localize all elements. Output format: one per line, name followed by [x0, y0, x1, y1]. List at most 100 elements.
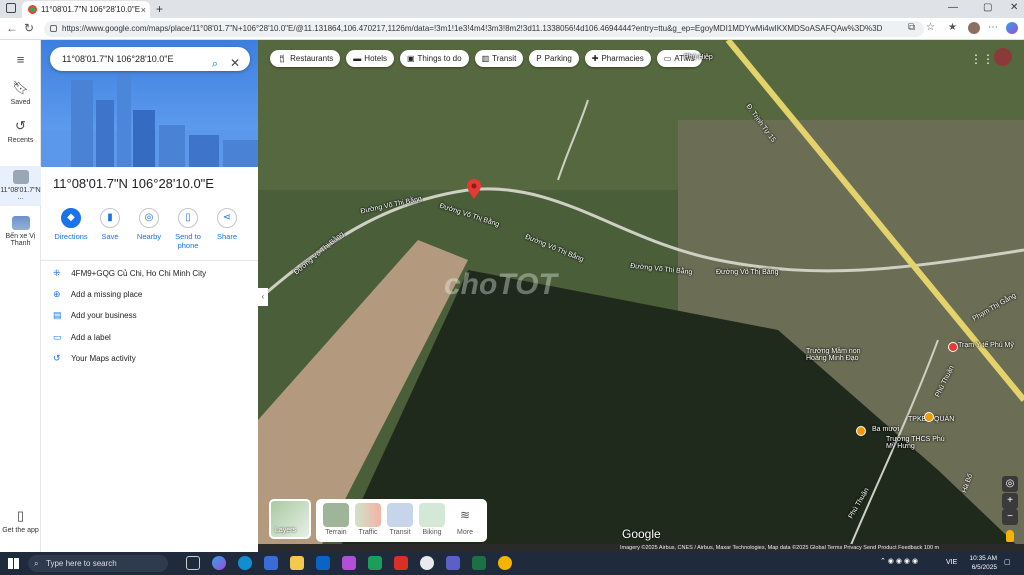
- file-explorer-icon[interactable]: [290, 556, 304, 570]
- maximize-icon[interactable]: ▢: [983, 2, 992, 13]
- pegman-icon[interactable]: [1006, 530, 1014, 542]
- satellite-imagery: [258, 40, 1024, 552]
- poi-secondary-school[interactable]: Trường THCS Phú Mỹ Hưng: [886, 436, 946, 450]
- layer-biking[interactable]: Biking: [417, 503, 447, 536]
- chip-hotels[interactable]: ▬ Hotels: [346, 50, 394, 67]
- copilot-app-icon[interactable]: [212, 556, 226, 570]
- share-button[interactable]: ⋖ Share: [207, 208, 247, 241]
- tab-actions-icon[interactable]: [6, 3, 16, 13]
- bookmark-star-icon[interactable]: ☆: [926, 22, 935, 33]
- reload-icon[interactable]: ↻: [24, 21, 34, 35]
- install-app-icon[interactable]: ⧉: [908, 22, 915, 33]
- close-window-icon[interactable]: ✕: [1010, 2, 1018, 13]
- task-view-icon[interactable]: [186, 556, 200, 570]
- nearby-icon: ◎: [139, 208, 159, 228]
- account-avatar[interactable]: [994, 48, 1012, 66]
- add-business-row[interactable]: ▤ Add your business: [53, 310, 137, 321]
- teams-icon[interactable]: [446, 556, 460, 570]
- new-tab-button[interactable]: +: [156, 2, 163, 16]
- add-label-row[interactable]: ▭ Add a label: [53, 332, 111, 343]
- get-app-button[interactable]: ▯ Get the app: [0, 508, 41, 534]
- zoom-in-button[interactable]: +: [1002, 493, 1018, 509]
- app-icon-red[interactable]: [394, 556, 408, 570]
- maps-activity-row[interactable]: ↺ Your Maps activity: [53, 353, 136, 364]
- poi-shop[interactable]: Ba mươi: [872, 426, 899, 433]
- app-icon-purple[interactable]: [342, 556, 356, 570]
- close-tab-icon[interactable]: ×: [141, 5, 146, 15]
- more-menu-icon[interactable]: ⋯: [988, 22, 998, 33]
- system-tray-icons[interactable]: ⌃ ◉ ◉ ◉ ◉: [880, 557, 918, 565]
- activity-history-icon: ↺: [53, 353, 61, 363]
- send-to-phone-button[interactable]: ▯ Send to phone: [168, 208, 208, 250]
- add-missing-place-row[interactable]: ⊕ Add a missing place: [53, 289, 142, 300]
- excel-icon[interactable]: [472, 556, 486, 570]
- taskbar-search-input[interactable]: ⌕ Type here to search: [28, 555, 168, 572]
- recents-button[interactable]: ↺ Recents: [0, 118, 41, 144]
- layer-terrain[interactable]: Terrain: [321, 503, 351, 536]
- plus-code-row[interactable]: ⁜ 4FM9+GQG Củ Chi, Ho Chi Minh City: [53, 268, 206, 279]
- restaurant-pin-icon[interactable]: [924, 412, 934, 422]
- my-location-icon[interactable]: ◎: [1002, 476, 1018, 492]
- minimize-icon[interactable]: —: [948, 2, 958, 13]
- layers-button[interactable]: Layers: [269, 499, 311, 539]
- chrome-icon[interactable]: [420, 556, 434, 570]
- recent-place-other[interactable]: Bến xe Vị Thanh: [0, 216, 41, 247]
- directions-button[interactable]: ◆ Directions: [51, 208, 91, 241]
- layer-more[interactable]: ≋ More: [450, 503, 480, 536]
- chip-pharmacies[interactable]: ✚ Pharmacies: [584, 50, 651, 67]
- app-icon-yellow[interactable]: [498, 556, 512, 570]
- active-tab[interactable]: 11°08'01.7"N 106°28'10.0"E - Goo ×: [22, 1, 150, 18]
- favorites-icon[interactable]: ★: [948, 22, 957, 33]
- page-title: 11°08'01.7"N 106°28'10.0"E: [53, 176, 214, 191]
- chip-things-to-do[interactable]: ▣ Things to do: [399, 50, 469, 67]
- store-icon[interactable]: [264, 556, 278, 570]
- maps-activity-text: Your Maps activity: [71, 354, 136, 363]
- copilot-icon[interactable]: [1006, 22, 1018, 34]
- clock[interactable]: 10:35 AM 6/5/2025: [963, 554, 997, 572]
- bookmark-icon: 🔖︎: [12, 80, 29, 95]
- layer-traffic[interactable]: Traffic: [353, 503, 383, 536]
- notifications-icon[interactable]: ▢: [1004, 558, 1011, 566]
- collapse-panel-button[interactable]: ‹: [258, 288, 268, 306]
- recent-place-current[interactable]: 11°08'01.7"N ...: [0, 166, 41, 206]
- edge-icon[interactable]: [238, 556, 252, 570]
- layers-stack-icon: ≋: [452, 503, 478, 527]
- search-input[interactable]: 11°08'01.7"N 106°28'10.0"E ⌕ ✕: [50, 47, 250, 71]
- plus-code-text: 4FM9+GQG Củ Chi, Ho Chi Minh City: [71, 269, 207, 278]
- save-button[interactable]: ▮ Save: [90, 208, 130, 241]
- hospital-pin-icon[interactable]: [948, 342, 958, 352]
- language-indicator[interactable]: VIE: [946, 559, 957, 566]
- satellite-map[interactable]: 🍴︎ Restaurants ▬ Hotels ▣ Things to do ▥ Tra…: [258, 40, 1024, 552]
- profile-avatar[interactable]: [968, 22, 980, 34]
- windows-start-icon[interactable]: [8, 558, 19, 569]
- apps-grid-icon[interactable]: ⋮⋮: [970, 52, 994, 66]
- school-pin-icon[interactable]: [856, 426, 866, 436]
- poi-school[interactable]: Trường Mầm non Hoàng Minh Đạo: [806, 348, 876, 362]
- search-icon[interactable]: ⌕: [212, 52, 218, 76]
- app-icon-green[interactable]: [368, 556, 382, 570]
- location-pin-icon[interactable]: [467, 179, 481, 199]
- place-photo-icon: [11, 216, 30, 230]
- chip-transit[interactable]: ▥ Transit: [474, 50, 524, 67]
- directions-label: Directions: [54, 232, 88, 241]
- chip-restaurants[interactable]: 🍴︎ Restaurants: [270, 50, 341, 67]
- url-text: https://www.google.com/maps/place/11°08'…: [62, 24, 883, 33]
- layer-transit[interactable]: Transit: [385, 503, 415, 536]
- saved-button[interactable]: 🔖︎ Saved: [0, 80, 41, 106]
- layer-biking-label: Biking: [422, 529, 442, 536]
- watermark: choTOT: [444, 268, 557, 301]
- camera-icon: ▣: [406, 54, 415, 63]
- save-label: Save: [101, 232, 119, 241]
- parking-icon: P: [536, 54, 542, 63]
- divider: [41, 260, 258, 261]
- close-icon[interactable]: ✕: [230, 51, 240, 75]
- chip-parking[interactable]: P Parking: [529, 50, 579, 67]
- url-bar[interactable]: https://www.google.com/maps/place/11°08'…: [44, 21, 924, 37]
- nearby-button[interactable]: ◎ Nearby: [129, 208, 169, 241]
- poi-health-station[interactable]: Trạm Y tế Phú Mỹ: [958, 342, 1014, 349]
- back-icon[interactable]: ←: [6, 21, 18, 35]
- site-info-icon[interactable]: [50, 25, 57, 32]
- outlook-icon[interactable]: [316, 556, 330, 570]
- zoom-out-button[interactable]: −: [1002, 509, 1018, 525]
- menu-button[interactable]: ≡: [0, 52, 41, 70]
